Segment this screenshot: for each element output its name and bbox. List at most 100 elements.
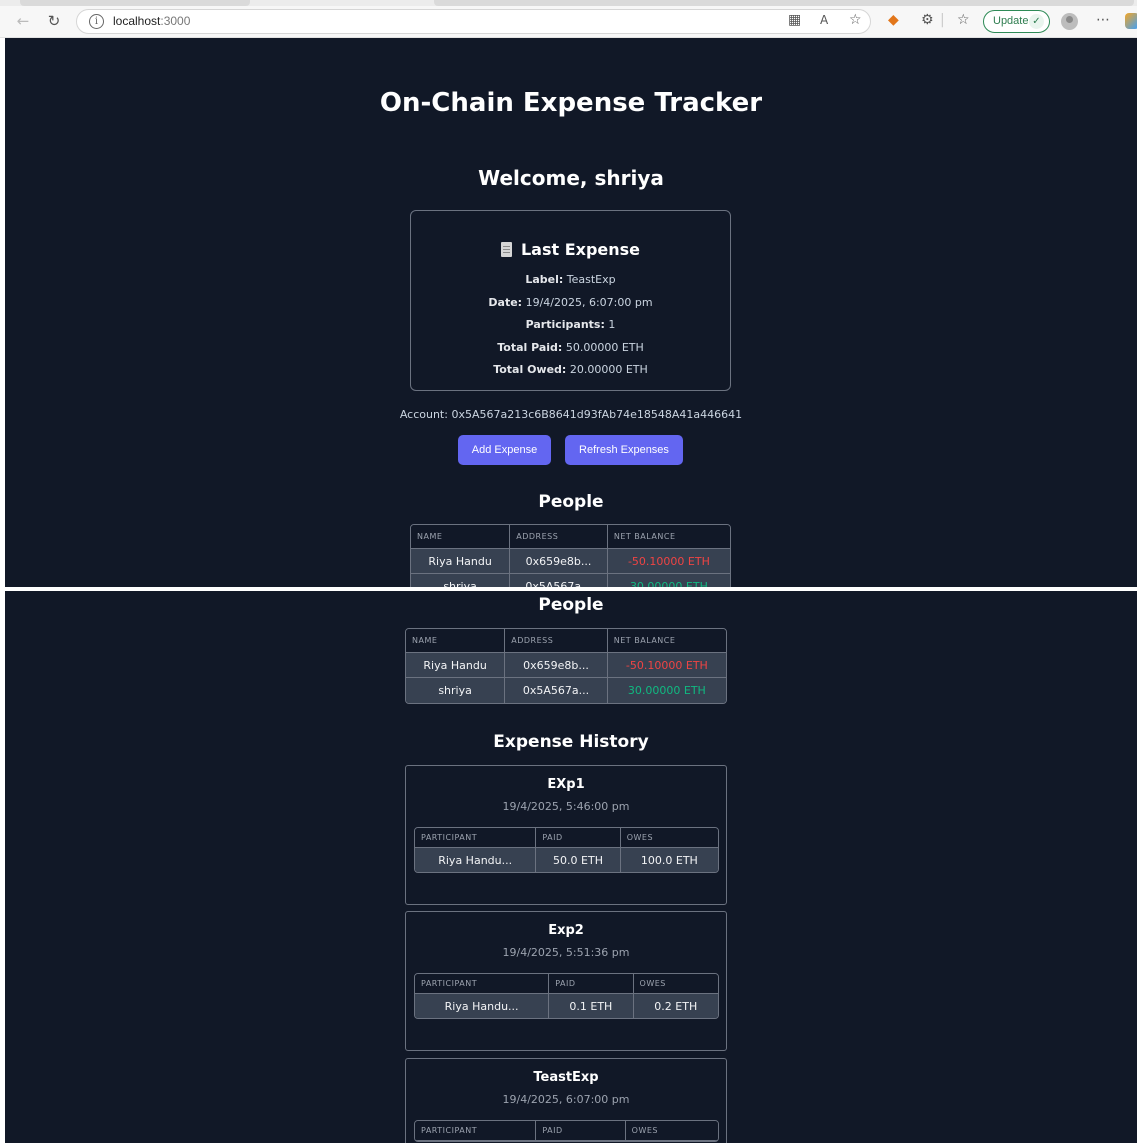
person-address: 0x659e8b... bbox=[510, 549, 608, 574]
column-header-paid: PAID bbox=[536, 1121, 626, 1141]
label-key: Label: bbox=[525, 273, 564, 286]
expense-date: 19/4/2025, 5:51:36 pm bbox=[502, 946, 630, 959]
last-expense-total-owed-row: Total Owed: 20.00000 ETH bbox=[411, 359, 730, 382]
table-header-row: NAME ADDRESS NET BALANCE bbox=[406, 629, 726, 653]
column-header-net-balance: NET BALANCE bbox=[607, 525, 730, 549]
expense-date: 19/4/2025, 6:07:00 pm bbox=[502, 1093, 630, 1106]
last-expense-participants-row: Participants: 1 bbox=[411, 314, 730, 337]
last-expense-total-paid-row: Total Paid: 50.00000 ETH bbox=[411, 337, 730, 360]
person-name: shriya bbox=[411, 574, 511, 587]
profile-avatar[interactable] bbox=[1061, 13, 1078, 30]
table-row: shriya 0x5A567a... 30.00000 ETH bbox=[411, 574, 730, 587]
date-key: Date: bbox=[488, 295, 523, 309]
update-status-icon: ✓ bbox=[1029, 14, 1044, 29]
add-expense-button[interactable]: Add Expense bbox=[458, 435, 551, 465]
people-table: NAME ADDRESS NET BALANCE Riya Handu 0x65… bbox=[405, 628, 727, 704]
expense-participants-table: PARTICIPANT PAID OWES Riya Handu... 0.1 … bbox=[414, 973, 719, 1019]
toolbar-separator: | bbox=[940, 12, 945, 28]
total-paid-key: Total Paid: bbox=[497, 340, 563, 354]
last-expense-date-row: Date: 19/4/2025, 6:07:00 pm bbox=[411, 292, 730, 315]
total-paid-value: 50.00000 ETH bbox=[565, 340, 644, 354]
table-row: Riya Handu 0x659e8b... -50.10000 ETH bbox=[406, 653, 726, 678]
table-row: shriya 0x5A567a... 30.00000 ETH bbox=[406, 678, 726, 703]
read-aloud-icon[interactable]: A bbox=[820, 12, 828, 28]
person-name: Riya Handu bbox=[411, 549, 511, 574]
label-value: TeastExp bbox=[566, 273, 616, 286]
app-viewport-top[interactable]: On-Chain Expense Tracker Welcome, shriya… bbox=[5, 38, 1137, 587]
last-expense-title-text: Last Expense bbox=[520, 240, 641, 259]
person-name: Riya Handu bbox=[406, 653, 506, 678]
total-owed-value: 20.00000 ETH bbox=[569, 363, 648, 376]
url-text: localhost:3000 bbox=[113, 14, 190, 28]
table-header-row: PARTICIPANT PAID OWES bbox=[415, 1121, 718, 1141]
address-bar[interactable]: i localhost:3000 bbox=[76, 9, 871, 34]
table-header-row: NAME ADDRESS NET BALANCE bbox=[411, 525, 730, 549]
app-viewport-bottom[interactable]: People NAME ADDRESS NET BALANCE Riya Han… bbox=[5, 591, 1137, 1143]
receipt-icon bbox=[500, 242, 512, 257]
table-row: Riya Handu 0x659e8b... -50.10000 ETH bbox=[411, 549, 730, 574]
expense-label: Exp2 bbox=[548, 923, 584, 938]
tab-strip bbox=[0, 0, 1137, 6]
update-label: Update bbox=[993, 15, 1029, 27]
date-value: 19/4/2025, 6:07:00 pm bbox=[525, 295, 653, 309]
expense-label: TeastExp bbox=[533, 1070, 599, 1085]
last-expense-label-row: Label: TeastExp bbox=[411, 269, 730, 292]
site-info-icon[interactable]: i bbox=[89, 14, 104, 29]
favorite-star-icon[interactable]: ☆ bbox=[849, 12, 862, 28]
participant-owes: 100.0 ETH bbox=[620, 848, 718, 872]
participants-value: 1 bbox=[608, 318, 616, 331]
column-header-address: ADDRESS bbox=[510, 525, 608, 549]
page-title: On-Chain Expense Tracker bbox=[379, 88, 763, 118]
people-table: NAME ADDRESS NET BALANCE Riya Handu 0x65… bbox=[410, 524, 731, 587]
favorites-list-icon[interactable]: ☆ bbox=[957, 12, 970, 28]
total-owed-key: Total Owed: bbox=[493, 363, 567, 376]
expense-date: 19/4/2025, 5:46:00 pm bbox=[502, 800, 630, 813]
metamask-fox-icon[interactable]: ◆ bbox=[888, 12, 899, 28]
column-header-owes: OWES bbox=[625, 1121, 718, 1141]
extensions-icon[interactable]: ⚙ bbox=[921, 12, 934, 28]
person-address: 0x5A567a... bbox=[510, 574, 608, 587]
column-header-net-balance: NET BALANCE bbox=[607, 629, 726, 653]
welcome-heading: Welcome, shriya bbox=[478, 166, 664, 190]
table-row: Riya Handu... 0.1 ETH 0.2 ETH bbox=[415, 994, 718, 1018]
person-address: 0x659e8b... bbox=[505, 653, 608, 678]
people-heading: People bbox=[538, 595, 604, 615]
person-address: 0x5A567a... bbox=[505, 678, 608, 703]
more-menu-icon[interactable]: ⋯ bbox=[1096, 12, 1110, 28]
update-button[interactable]: Update ✓ bbox=[983, 10, 1050, 33]
column-header-name: NAME bbox=[411, 525, 511, 549]
person-name: shriya bbox=[406, 678, 506, 703]
copilot-icon[interactable] bbox=[1125, 13, 1137, 29]
column-header-paid: PAID bbox=[536, 828, 621, 848]
expense-label: EXp1 bbox=[547, 777, 585, 792]
column-header-participant: PARTICIPANT bbox=[415, 828, 537, 848]
url-host: localhost bbox=[113, 14, 161, 28]
participants-key: Participants: bbox=[525, 318, 605, 331]
column-header-participant: PARTICIPANT bbox=[415, 974, 550, 994]
url-port: :3000 bbox=[160, 14, 191, 28]
table-header-row: PARTICIPANT PAID OWES bbox=[415, 828, 718, 848]
browser-tab-active[interactable] bbox=[434, 0, 1134, 6]
participant-paid: 50.0 ETH bbox=[536, 848, 621, 872]
browser-toolbar: ← ↻ i localhost:3000 ▦ A ☆ ◆ ⚙ | ☆ Updat… bbox=[0, 0, 1137, 38]
reload-icon[interactable]: ↻ bbox=[45, 12, 63, 30]
column-header-name: NAME bbox=[406, 629, 506, 653]
expense-card: Exp2 19/4/2025, 5:51:36 pm PARTICIPANT P… bbox=[405, 911, 727, 1051]
back-arrow-icon[interactable]: ← bbox=[14, 12, 32, 30]
participant-name: Riya Handu... bbox=[415, 848, 537, 872]
expense-participants-table: PARTICIPANT PAID OWES Riya Handu... 50.0… bbox=[414, 827, 719, 873]
table-header-row: PARTICIPANT PAID OWES bbox=[415, 974, 718, 994]
person-balance: -50.10000 ETH bbox=[607, 549, 730, 574]
account-address: Account: 0x5A567a213c6B8641d93fAb74e1854… bbox=[399, 408, 743, 421]
expense-card: EXp1 19/4/2025, 5:46:00 pm PARTICIPANT P… bbox=[405, 765, 727, 905]
immersive-reader-icon[interactable]: ▦ bbox=[788, 12, 801, 28]
refresh-expenses-button[interactable]: Refresh Expenses bbox=[565, 435, 683, 465]
person-balance: 30.00000 ETH bbox=[607, 574, 730, 587]
person-balance: -50.10000 ETH bbox=[607, 653, 726, 678]
column-header-participant: PARTICIPANT bbox=[415, 1121, 537, 1141]
column-header-owes: OWES bbox=[633, 974, 718, 994]
expense-participants-table: PARTICIPANT PAID OWES bbox=[414, 1120, 719, 1142]
browser-tab[interactable] bbox=[20, 0, 250, 6]
column-header-address: ADDRESS bbox=[505, 629, 608, 653]
table-row: Riya Handu... 50.0 ETH 100.0 ETH bbox=[415, 848, 718, 872]
